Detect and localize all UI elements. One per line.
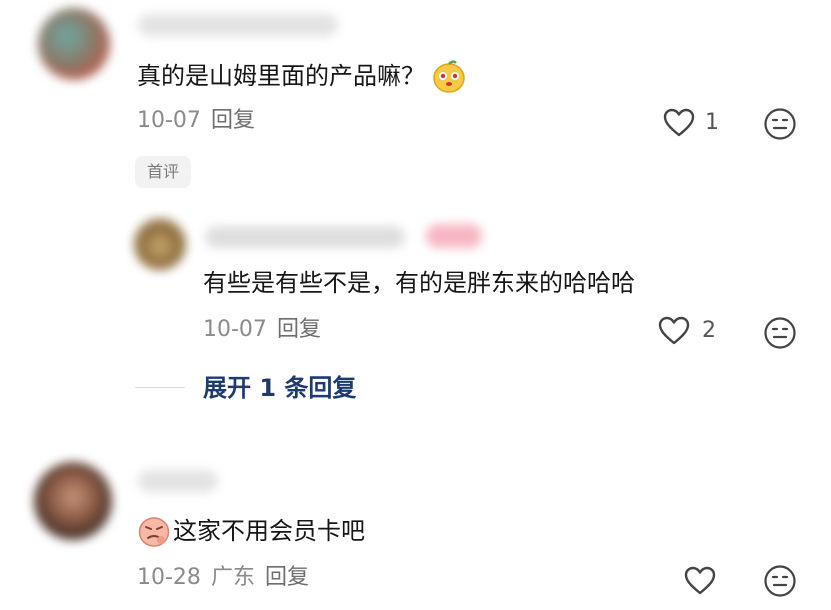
expand-divider (135, 387, 185, 388)
comment-text: 这家不用会员卡吧 (173, 517, 365, 545)
heart-icon (658, 316, 690, 346)
author-badge (426, 224, 482, 248)
like-button[interactable]: 1 (663, 108, 719, 138)
commenter-avatar[interactable] (38, 8, 110, 80)
dislike-button[interactable] (763, 564, 797, 598)
reply-date: 10-07 (203, 317, 267, 342)
like-button[interactable] (684, 566, 716, 596)
commenter-name[interactable] (138, 14, 338, 36)
reply-reply-button[interactable]: 回复 (277, 317, 321, 342)
expand-replies-button[interactable]: 展开 1 条回复 (203, 373, 356, 403)
comment-text: 真的是山姆里面的产品嘛？ (137, 62, 425, 90)
neutral-face-icon (763, 107, 797, 141)
reply-author-name[interactable] (205, 226, 405, 248)
thinking-face-emoji-icon (137, 514, 171, 548)
like-count: 1 (705, 110, 719, 135)
reply-button[interactable]: 回复 (265, 565, 309, 590)
neutral-face-icon (763, 564, 797, 598)
cute-face-emoji-icon (431, 58, 467, 94)
commenter-avatar[interactable] (34, 462, 112, 540)
first-comment-badge: 首评 (135, 156, 192, 188)
dislike-button[interactable] (763, 107, 797, 141)
heart-icon (663, 108, 695, 138)
comment-meta: 10-28 广东 回复 (137, 564, 309, 592)
neutral-face-icon (763, 316, 797, 350)
reply-avatar[interactable] (134, 218, 186, 270)
reply-dislike-button[interactable] (763, 316, 797, 350)
comment-date: 10-07 (137, 108, 201, 133)
commenter-name[interactable] (138, 470, 218, 492)
reply-like-button[interactable]: 2 (658, 316, 716, 346)
comment-body: 这家不用会员卡吧 (137, 514, 365, 548)
reply-text: 有些是有些不是，有的是胖东来的哈哈哈 (203, 269, 635, 297)
comment-meta: 10-07 回复 (137, 107, 255, 135)
heart-icon (684, 566, 716, 596)
like-count: 2 (702, 318, 716, 343)
comment-date: 10-28 (137, 565, 201, 590)
comment-location: 广东 (210, 565, 255, 590)
comment-body: 真的是山姆里面的产品嘛？ (137, 58, 467, 94)
reply-meta: 10-07 回复 (203, 316, 321, 344)
reply-button[interactable]: 回复 (211, 108, 255, 133)
